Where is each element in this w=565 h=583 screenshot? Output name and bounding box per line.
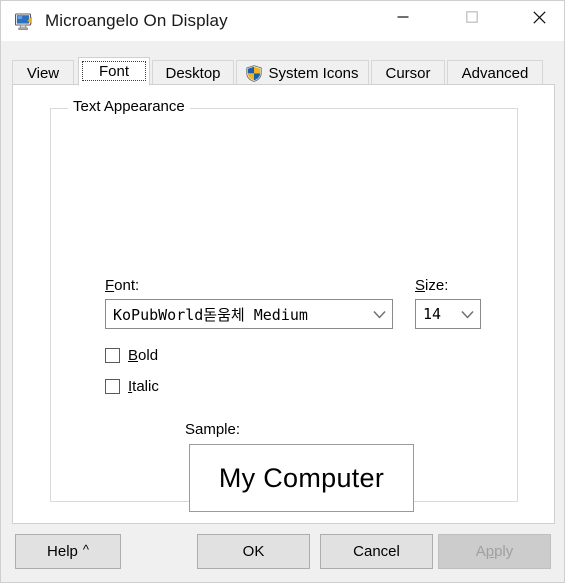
tab-system-icons-label: System Icons (268, 64, 359, 82)
cancel-button-label: Cancel (353, 543, 400, 560)
chevron-down-icon[interactable] (366, 310, 392, 319)
italic-checkbox-box[interactable] (105, 378, 120, 394)
font-label: Font: (105, 277, 140, 294)
tab-cursor[interactable]: Cursor (371, 60, 445, 85)
monitor-icon (14, 11, 34, 31)
maximize-button[interactable] (449, 1, 495, 33)
help-button[interactable]: Help ^ (15, 534, 121, 569)
italic-checkbox-label: Italic (128, 377, 159, 395)
dialog-window: Microangelo On Display View Font Desktop… (0, 0, 565, 583)
group-title: Text Appearance (68, 98, 190, 115)
bold-checkbox[interactable]: Bold (105, 346, 158, 364)
tab-advanced[interactable]: Advanced (447, 60, 543, 85)
tab-desktop-label: Desktop (165, 64, 221, 82)
cancel-button[interactable]: Cancel (320, 534, 433, 569)
tab-view[interactable]: View (12, 60, 74, 85)
help-button-caret: ^ (82, 542, 89, 557)
sample-label: Sample: (185, 421, 241, 438)
tab-system-icons[interactable]: System Icons (236, 60, 369, 85)
tab-page-font: Text Appearance Font: KoPubWorld돋움체 Medi… (12, 84, 555, 524)
chevron-down-icon[interactable] (454, 310, 480, 319)
tab-strip: View Font Desktop System Icons Cursor Ad… (12, 57, 555, 86)
bold-checkbox-box[interactable] (105, 347, 120, 363)
size-combobox[interactable]: 14 (415, 299, 481, 329)
close-button[interactable] (516, 1, 562, 33)
sample-preview-box: My Computer (189, 444, 414, 512)
tab-font[interactable]: Font (78, 57, 150, 86)
italic-checkbox[interactable]: Italic (105, 377, 159, 395)
tab-view-label: View (26, 64, 60, 82)
size-combobox-value: 14 (423, 305, 442, 323)
ok-button-label: OK (242, 543, 265, 560)
minimize-button[interactable] (380, 1, 426, 33)
size-label: Size: (415, 277, 449, 294)
window-title: Microangelo On Display (45, 11, 228, 30)
title-bar: Microangelo On Display (1, 1, 564, 41)
uac-shield-icon (246, 64, 263, 82)
ok-button[interactable]: OK (197, 534, 310, 569)
tab-desktop[interactable]: Desktop (152, 60, 234, 85)
apply-button: Apply (438, 534, 551, 569)
help-button-label: Help (47, 543, 78, 560)
font-combobox[interactable]: KoPubWorld돋움체 Medium (105, 299, 393, 329)
tab-advanced-label: Advanced (461, 64, 529, 82)
tab-cursor-label: Cursor (385, 64, 431, 82)
apply-button-label: Apply (475, 543, 514, 560)
tab-font-label: Font (98, 63, 129, 80)
sample-preview-text: My Computer (218, 462, 385, 493)
bold-checkbox-label: Bold (128, 346, 159, 364)
font-combobox-value: KoPubWorld돋움체 Medium (113, 305, 308, 324)
